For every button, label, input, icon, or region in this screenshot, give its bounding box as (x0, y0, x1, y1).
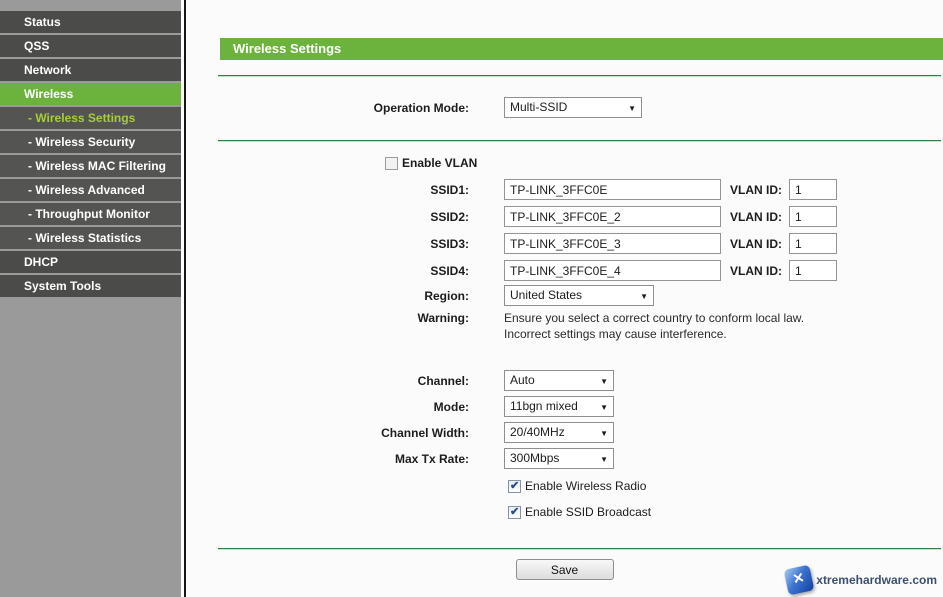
channel-width-label: Channel Width: (186, 426, 469, 440)
region-label: Region: (186, 289, 469, 303)
sidebar-item-network[interactable]: Network (0, 59, 181, 81)
router-admin-page: Status QSS Network Wireless - Wireless S… (0, 0, 943, 597)
enable-ssid-broadcast-checkbox[interactable] (508, 506, 521, 519)
vlan-id2-input[interactable] (789, 206, 837, 227)
ssid4-row: SSID4: VLAN ID: (186, 260, 943, 281)
sidebar-item-wireless-security[interactable]: - Wireless Security (0, 131, 181, 153)
ssid1-row: SSID1: VLAN ID: (186, 179, 943, 200)
vlan-id2-label: VLAN ID: (730, 210, 782, 224)
warning-label: Warning: (186, 310, 469, 342)
vlan-id4-label: VLAN ID: (730, 264, 782, 278)
channel-width-value: 20/40MHz (510, 425, 565, 439)
max-tx-rate-row: Max Tx Rate: 300Mbps ▼ (186, 448, 943, 469)
channel-row: Channel: Auto ▼ (186, 370, 943, 391)
vlan-id3-label: VLAN ID: (730, 237, 782, 251)
sidebar-item-throughput-monitor[interactable]: - Throughput Monitor (0, 203, 181, 225)
enable-wireless-radio-label: Enable Wireless Radio (525, 479, 646, 493)
max-tx-rate-value: 300Mbps (510, 451, 559, 465)
enable-vlan-checkbox[interactable] (385, 157, 398, 170)
vlan-id4-input[interactable] (789, 260, 837, 281)
chevron-down-icon: ▼ (628, 98, 636, 119)
enable-vlan-row: Enable VLAN (385, 155, 943, 171)
ssid4-input[interactable] (504, 260, 721, 281)
mode-select[interactable]: 11bgn mixed ▼ (504, 396, 614, 417)
ssid3-input[interactable] (504, 233, 721, 254)
enable-ssid-broadcast-row: Enable SSID Broadcast (508, 504, 943, 520)
vlan-id3-input[interactable] (789, 233, 837, 254)
mode-label: Mode: (186, 400, 469, 414)
chevron-down-icon: ▼ (600, 423, 608, 444)
watermark-text: xtremehardware.com (816, 573, 937, 587)
page-title: Wireless Settings (220, 38, 943, 60)
ssid1-label: SSID1: (186, 183, 469, 197)
sidebar-item-wireless-statistics[interactable]: - Wireless Statistics (0, 227, 181, 249)
warning-line2: Incorrect settings may cause interferenc… (504, 326, 804, 342)
watermark: xtremehardware.com (786, 567, 937, 593)
ssid1-input[interactable] (504, 179, 721, 200)
region-value: United States (510, 288, 582, 302)
save-button[interactable]: Save (516, 559, 614, 580)
region-select[interactable]: United States ▼ (504, 285, 654, 306)
ssid2-label: SSID2: (186, 210, 469, 224)
sidebar-item-wireless-settings[interactable]: - Wireless Settings (0, 107, 181, 129)
sidebar-item-wireless[interactable]: Wireless (0, 83, 181, 105)
max-tx-rate-label: Max Tx Rate: (186, 452, 469, 466)
chevron-down-icon: ▼ (640, 286, 648, 307)
sidebar-item-dhcp[interactable]: DHCP (0, 251, 181, 273)
operation-mode-value: Multi-SSID (510, 100, 567, 114)
enable-ssid-broadcast-label: Enable SSID Broadcast (525, 505, 651, 519)
sidebar-item-wireless-mac-filtering[interactable]: - Wireless MAC Filtering (0, 155, 181, 177)
section-divider (218, 75, 941, 77)
sidebar-item-status[interactable]: Status (0, 11, 181, 33)
sidebar-item-qss[interactable]: QSS (0, 35, 181, 57)
ssid2-input[interactable] (504, 206, 721, 227)
channel-label: Channel: (186, 374, 469, 388)
operation-mode-select[interactable]: Multi-SSID ▼ (504, 97, 642, 118)
operation-mode-row: Operation Mode: Multi-SSID ▼ (186, 97, 943, 118)
chevron-down-icon: ▼ (600, 371, 608, 392)
ssid4-label: SSID4: (186, 264, 469, 278)
section-divider (218, 548, 941, 550)
mode-value: 11bgn mixed (510, 399, 578, 413)
section-divider (218, 140, 941, 142)
sidebar-item-wireless-advanced[interactable]: - Wireless Advanced (0, 179, 181, 201)
ssid3-row: SSID3: VLAN ID: (186, 233, 943, 254)
max-tx-rate-select[interactable]: 300Mbps ▼ (504, 448, 614, 469)
warning-row: Warning: Ensure you select a correct cou… (186, 310, 943, 342)
operation-mode-label: Operation Mode: (186, 101, 469, 115)
channel-width-select[interactable]: 20/40MHz ▼ (504, 422, 614, 443)
vlan-id1-input[interactable] (789, 179, 837, 200)
sidebar-item-system-tools[interactable]: System Tools (0, 275, 181, 297)
enable-vlan-label: Enable VLAN (402, 156, 477, 170)
region-row: Region: United States ▼ (186, 285, 943, 306)
enable-wireless-radio-row: Enable Wireless Radio (508, 478, 943, 494)
enable-wireless-radio-checkbox[interactable] (508, 480, 521, 493)
vlan-id1-label: VLAN ID: (730, 183, 782, 197)
warning-text: Ensure you select a correct country to c… (504, 310, 804, 342)
mode-row: Mode: 11bgn mixed ▼ (186, 396, 943, 417)
channel-select[interactable]: Auto ▼ (504, 370, 614, 391)
channel-width-row: Channel Width: 20/40MHz ▼ (186, 422, 943, 443)
chevron-down-icon: ▼ (600, 397, 608, 418)
chevron-down-icon: ▼ (600, 449, 608, 470)
sidebar: Status QSS Network Wireless - Wireless S… (0, 0, 181, 597)
ssid3-label: SSID3: (186, 237, 469, 251)
xtremehardware-logo-icon (784, 565, 815, 596)
ssid2-row: SSID2: VLAN ID: (186, 206, 943, 227)
main-content: Wireless Settings Operation Mode: Multi-… (186, 0, 943, 597)
warning-line1: Ensure you select a correct country to c… (504, 310, 804, 326)
channel-value: Auto (510, 373, 535, 387)
